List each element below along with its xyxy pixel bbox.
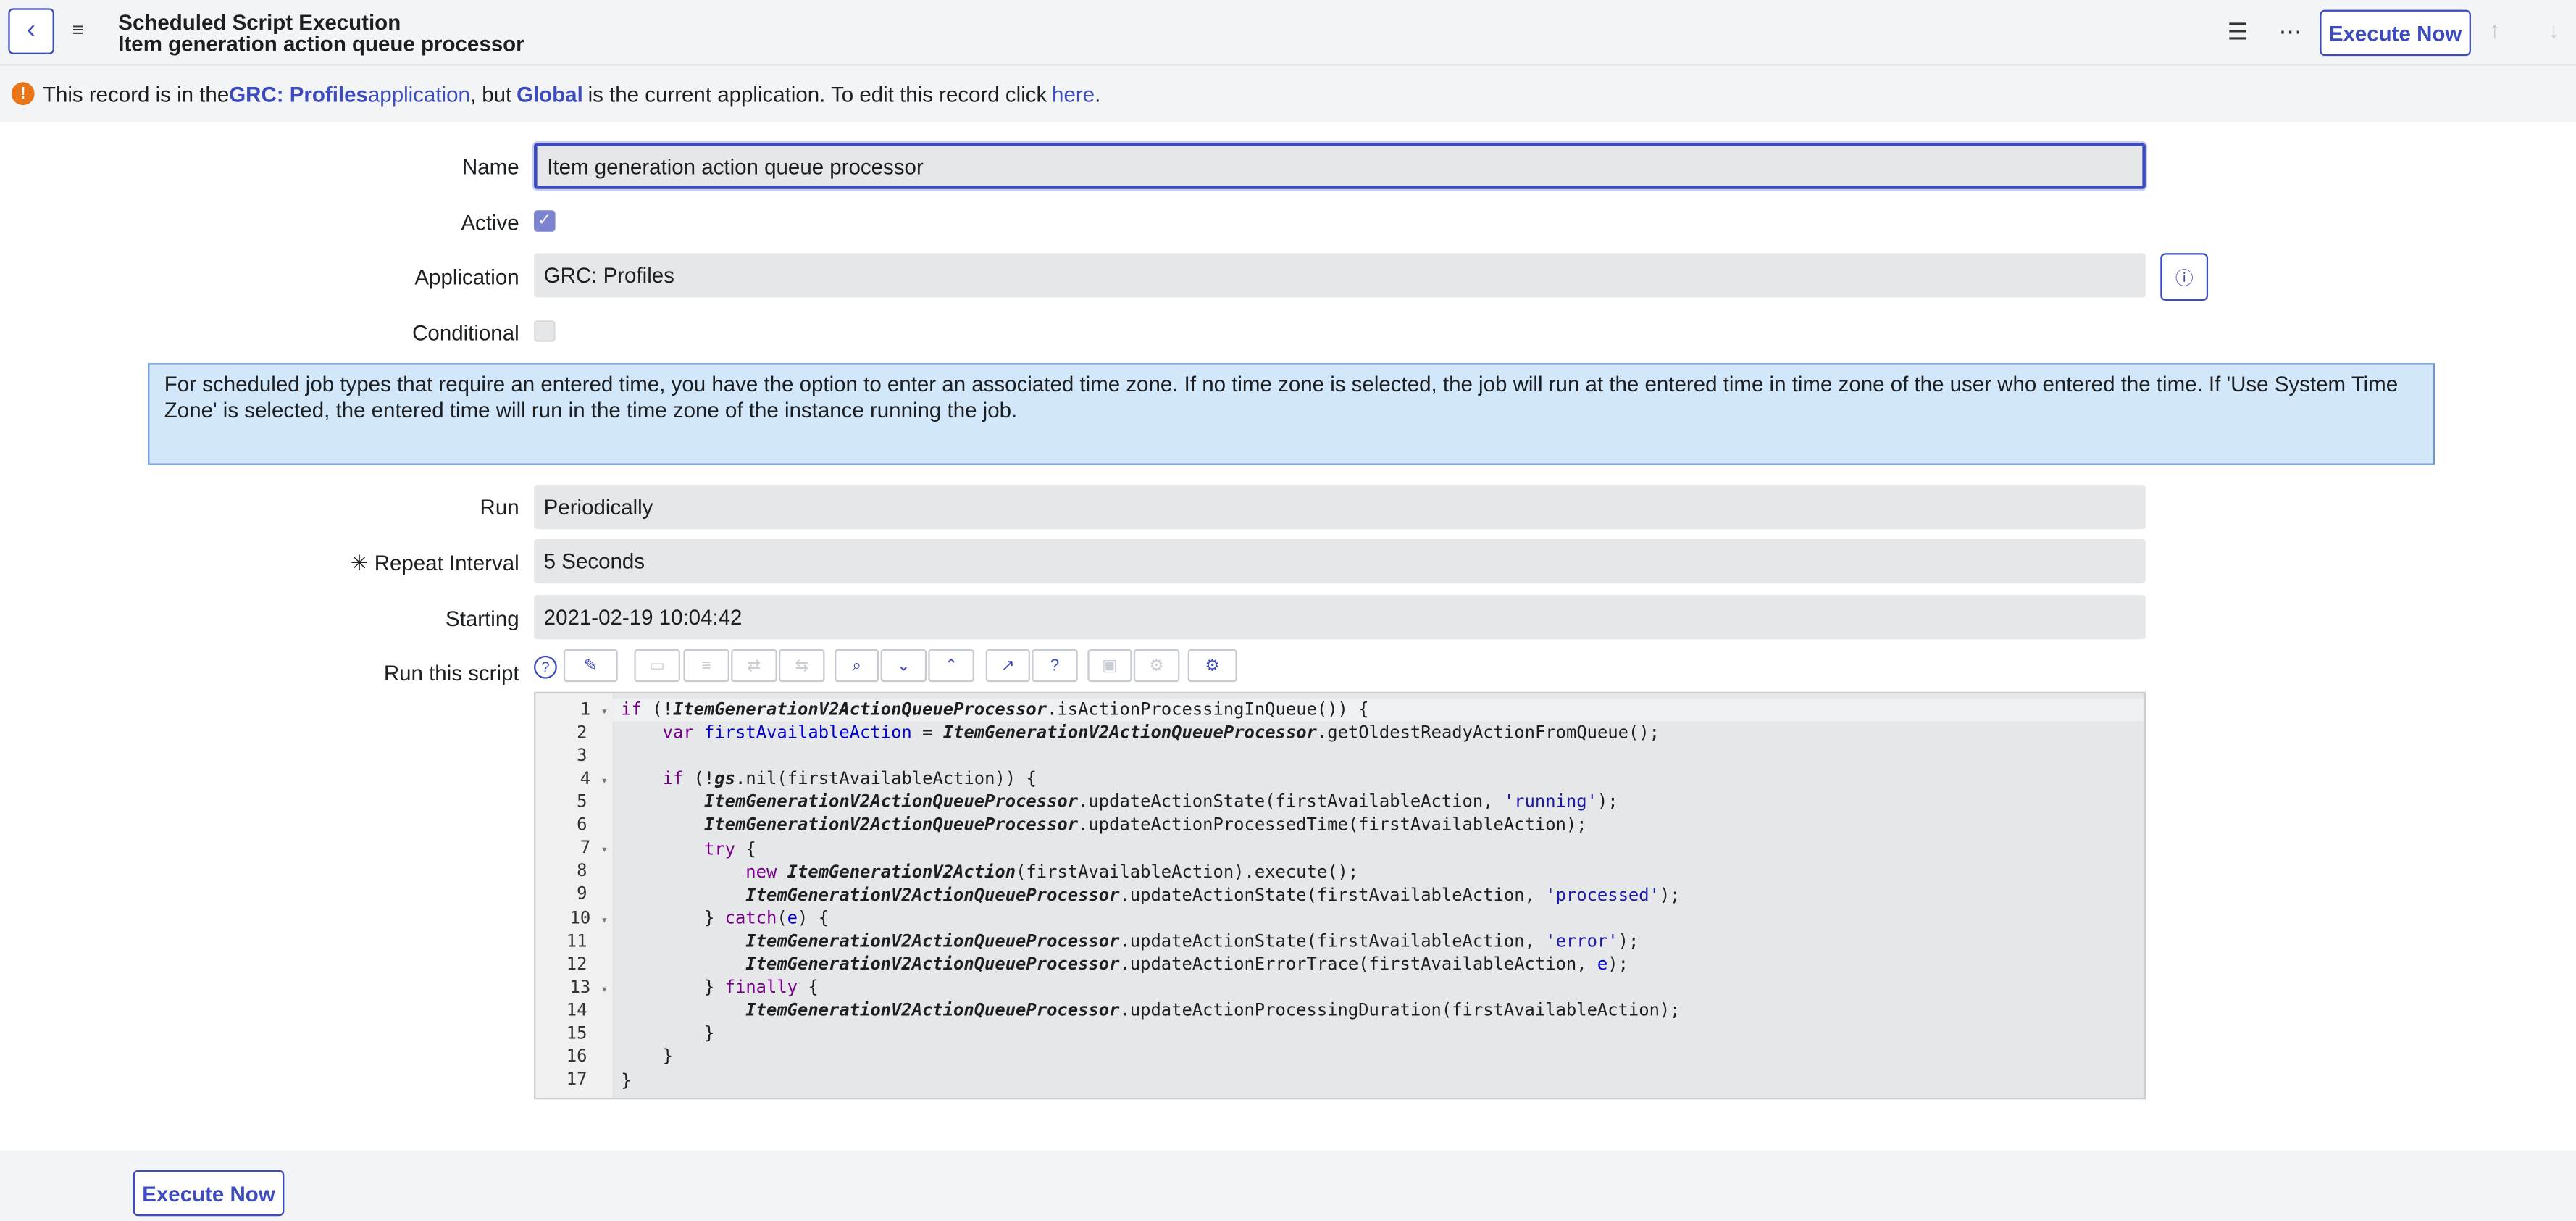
- find-previous-icon[interactable]: ⌃: [928, 649, 974, 683]
- script-code[interactable]: if (!ItemGenerationV2ActionQueueProcesso…: [621, 699, 1680, 1092]
- warning-icon: !: [11, 82, 35, 106]
- search-icon[interactable]: ⌕: [835, 649, 879, 683]
- line-number-gutter: 1 ▾ 2 3 4 ▾ 5 6 7 ▾ 8 9 10 ▾ 11 12 13 ▾ …: [535, 693, 615, 1098]
- replace-all-icon[interactable]: ⇆: [778, 649, 825, 683]
- hamburger-menu-icon[interactable]: ≡: [72, 20, 93, 39]
- notice-text-post: is the current application. To edit this…: [587, 81, 1047, 107]
- fullscreen-icon[interactable]: ↗: [985, 649, 1030, 683]
- timezone-info-box: For scheduled job types that require an …: [148, 363, 2435, 465]
- active-label: Active: [461, 210, 519, 236]
- settings-gear-icon[interactable]: ⚙: [1187, 649, 1237, 683]
- notice-text: This record is in the: [42, 81, 230, 107]
- notice-app-link[interactable]: GRC: Profiles: [229, 81, 368, 106]
- conditional-checkbox[interactable]: [534, 320, 556, 342]
- form-footer: [0, 1150, 2576, 1221]
- application-notice: ! This record is in the GRC: Profiles ap…: [0, 65, 2576, 122]
- script-editor-format-icon[interactable]: ✎: [563, 649, 618, 683]
- name-label: Name: [461, 154, 519, 180]
- starting-label: Starting: [446, 606, 519, 631]
- find-next-icon[interactable]: ⌄: [880, 649, 927, 683]
- notice-text-mid: , but: [469, 81, 512, 107]
- replace-icon[interactable]: ⇄: [731, 649, 777, 683]
- form-header: ‹ ≡ Scheduled Script Execution Item gene…: [0, 0, 2576, 66]
- info-icon[interactable]: ⓘ: [2160, 253, 2209, 301]
- starting-field[interactable]: 2021-02-19 10:04:42: [534, 594, 2146, 640]
- script-help-icon[interactable]: ?: [1032, 649, 1078, 683]
- script-editor[interactable]: 1 ▾ 2 3 4 ▾ 5 6 7 ▾ 8 9 10 ▾ 11 12 13 ▾ …: [534, 691, 2146, 1100]
- execute-now-button-top[interactable]: Execute Now: [2320, 9, 2471, 57]
- back-button[interactable]: ‹: [8, 8, 54, 54]
- run-label: Run: [480, 494, 519, 520]
- notice-text-end: .: [1095, 81, 1101, 107]
- execute-now-button-bottom[interactable]: Execute Now: [133, 1170, 285, 1217]
- notice-here-link[interactable]: here: [1052, 81, 1095, 106]
- repeat-interval-label-text: Repeat Interval: [374, 550, 519, 575]
- name-field[interactable]: Item generation action queue processor: [534, 143, 2146, 189]
- run-field[interactable]: Periodically: [534, 485, 2146, 530]
- repeat-interval-field[interactable]: 5 Seconds: [534, 538, 2146, 584]
- conditional-label: Conditional: [412, 320, 519, 346]
- application-field[interactable]: GRC: Profiles: [534, 253, 2146, 298]
- repeat-interval-label: ✳ Repeat Interval: [191, 551, 519, 577]
- save-icon[interactable]: ▣: [1087, 649, 1132, 683]
- record-title: Item generation action queue processor: [118, 31, 524, 57]
- more-options-icon[interactable]: ⋯: [2275, 17, 2305, 46]
- settings-sliders-icon[interactable]: ☰: [2222, 17, 2252, 46]
- arrow-up-icon[interactable]: ↑: [2489, 17, 2501, 43]
- notice-global-link[interactable]: Global: [517, 81, 583, 106]
- comment-icon[interactable]: ▭: [634, 649, 680, 683]
- arrow-down-icon[interactable]: ↓: [2548, 17, 2560, 43]
- debug-icon[interactable]: ⚙: [1133, 649, 1180, 683]
- active-checkbox[interactable]: ✓: [534, 210, 556, 232]
- notice-app-word[interactable]: application: [368, 81, 470, 106]
- application-label: Application: [414, 264, 519, 290]
- format-code-icon[interactable]: ≡: [683, 649, 729, 683]
- chevron-left-icon: ‹: [27, 16, 36, 45]
- mandatory-asterisk-icon: ✳: [350, 550, 375, 575]
- script-label: Run this script: [383, 660, 519, 685]
- help-icon[interactable]: ?: [534, 655, 557, 679]
